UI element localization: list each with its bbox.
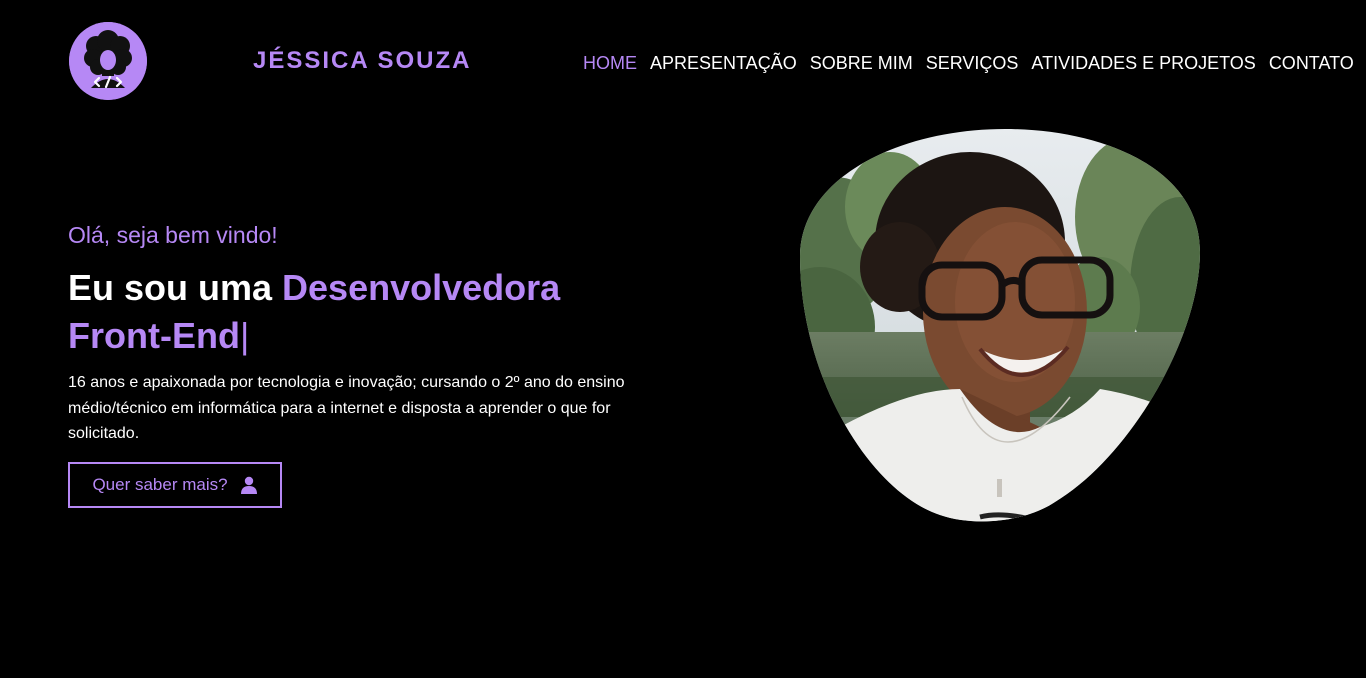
hero-headline: Eu sou uma Desenvolvedora Front-End| — [68, 264, 628, 360]
nav-item-servicos[interactable]: SERVIÇOS — [926, 52, 1019, 74]
learn-more-button[interactable]: Quer saber mais? — [68, 462, 282, 508]
nav-item-home[interactable]: HOME — [583, 52, 637, 74]
greeting: Olá, seja bem vindo! — [68, 222, 278, 248]
afro-avatar-code-icon — [69, 22, 147, 100]
typing-cursor: | — [239, 315, 250, 356]
hero-section: Olá, seja bem vindo! Eu sou uma Desenvol… — [68, 220, 688, 447]
logo[interactable] — [69, 22, 147, 100]
site-header: JÉSSICA SOUZA HOME APRESENTAÇÃO SOBRE MI… — [0, 0, 1366, 125]
nav-item-apresentacao[interactable]: APRESENTAÇÃO — [650, 52, 797, 74]
main-nav: HOME APRESENTAÇÃO SOBRE MIM SERVIÇOS ATI… — [583, 52, 1354, 74]
headline-prefix: Eu sou uma — [68, 267, 283, 308]
nav-item-atividades-projetos[interactable]: ATIVIDADES E PROJETOS — [1031, 52, 1255, 74]
profile-photo — [800, 127, 1200, 526]
brand-name[interactable]: JÉSSICA SOUZA — [253, 47, 471, 75]
learn-more-label: Quer saber mais? — [92, 475, 228, 494]
user-icon — [240, 476, 257, 494]
profile-photo-image — [800, 129, 1200, 522]
hero-description: 16 anos e apaixonada por tecnologia e in… — [68, 374, 625, 442]
nav-item-sobre-mim[interactable]: SOBRE MIM — [810, 52, 913, 74]
nav-item-contato[interactable]: CONTATO — [1269, 52, 1354, 74]
